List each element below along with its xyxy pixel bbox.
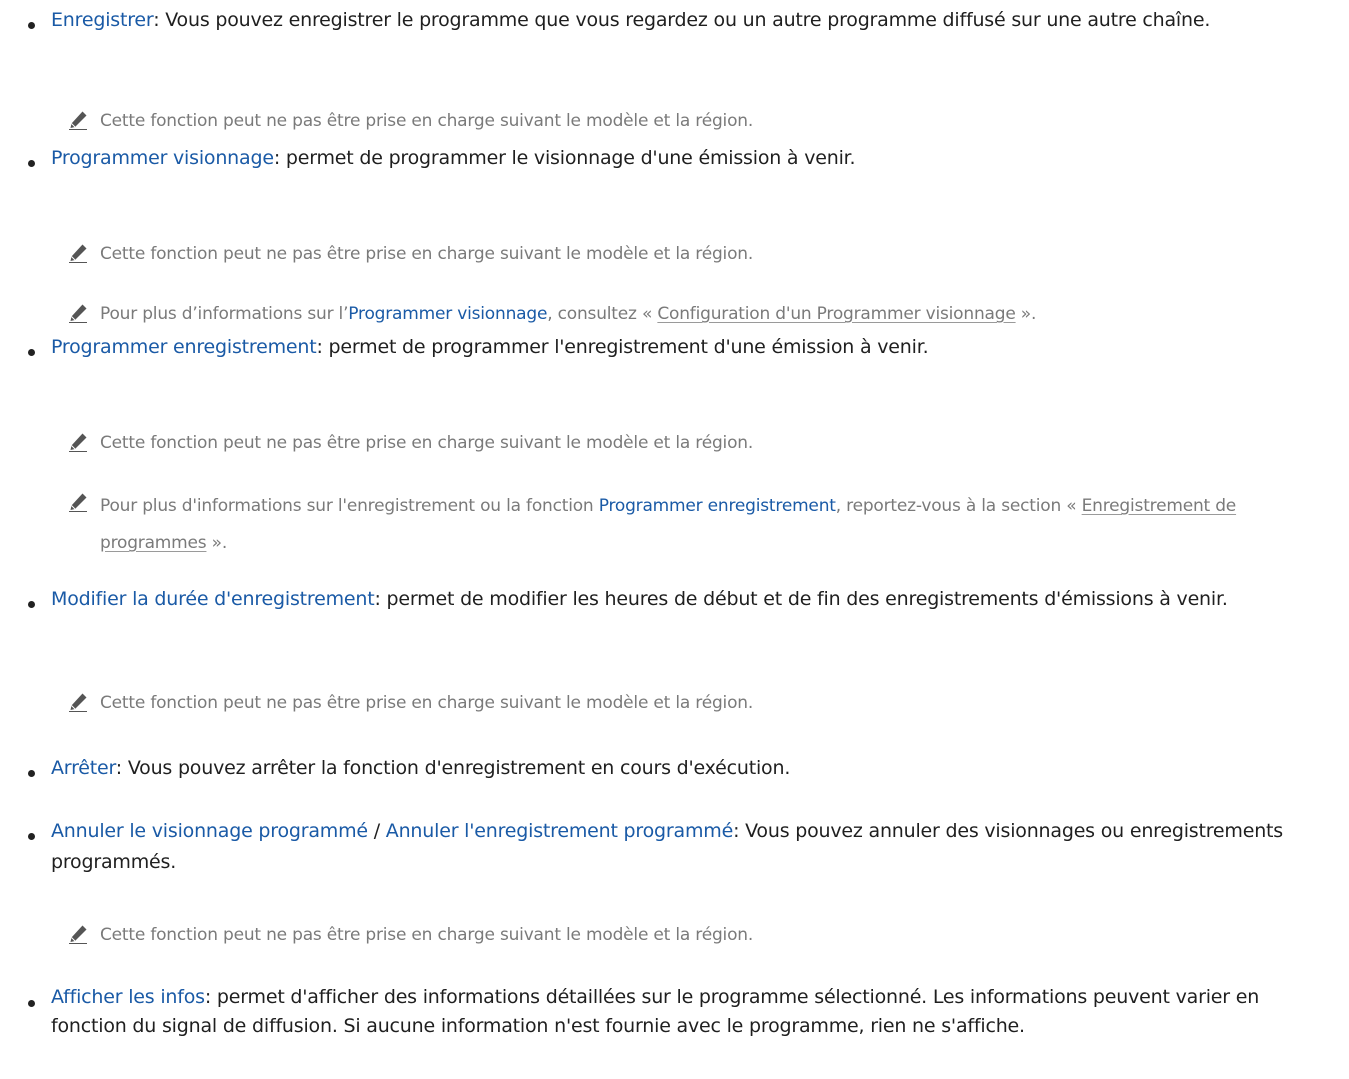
note-suffix: ». (206, 533, 228, 553)
bullet-text: Arrêter: Vous pouvez arrêter la fonction… (51, 753, 1331, 784)
bullet-icon (28, 349, 35, 356)
description: : permet de modifier les heures de début… (374, 588, 1228, 610)
description: : Vous pouvez enregistrer le programme q… (153, 9, 1211, 31)
keyword-programmer-enregistrement: Programmer enregistrement (51, 336, 317, 358)
pencil-icon (69, 433, 87, 452)
note-text: Pour plus d’informations sur l’Programme… (100, 299, 1330, 329)
pencil-icon (69, 244, 87, 263)
bullet-icon (28, 22, 35, 29)
description: : permet d'afficher des informations dét… (51, 986, 1260, 1037)
bullet-text: Afficher les infos: permet d'afficher de… (51, 983, 1331, 1041)
separator: / (367, 820, 386, 842)
note-text: Cette fonction peut ne pas être prise en… (100, 111, 754, 131)
keyword-programmer-visionnage: Programmer visionnage (51, 147, 274, 169)
bullet-icon (28, 833, 35, 840)
document-page: Enregistrer: Vous pouvez enregistrer le … (0, 0, 1349, 1079)
keyword-afficher-infos: Afficher les infos (51, 986, 205, 1008)
note-middle: , consultez « (547, 304, 658, 324)
note-suffix: ». (1015, 304, 1037, 324)
note-text: Cette fonction peut ne pas être prise en… (100, 693, 754, 713)
keyword-annuler-visionnage: Annuler le visionnage programmé (51, 820, 368, 842)
pencil-icon (69, 693, 87, 712)
note-keyword: Programmer visionnage (348, 304, 548, 324)
note-text: Pour plus d'informations sur l'enregistr… (100, 488, 1330, 562)
configuration-link[interactable]: Configuration d'un Programmer visionnage (657, 304, 1015, 324)
note-text: Cette fonction peut ne pas être prise en… (100, 433, 754, 453)
description: : Vous pouvez arrêter la fonction d'enre… (115, 757, 791, 779)
description: : permet de programmer le visionnage d'u… (273, 147, 856, 169)
description: : permet de programmer l'enregistrement … (316, 336, 929, 358)
note-text: Cette fonction peut ne pas être prise en… (100, 925, 754, 945)
keyword-enregistrer: Enregistrer (51, 9, 154, 31)
bullet-text: Programmer enregistrement: permet de pro… (51, 332, 1331, 363)
keyword-arreter: Arrêter (51, 757, 116, 779)
keyword-annuler-enregistrement: Annuler l'enregistrement programmé (385, 820, 734, 842)
bullet-icon (28, 160, 35, 167)
bullet-text: Annuler le visionnage programmé / Annule… (51, 816, 1331, 878)
pencil-icon (69, 111, 87, 130)
note-keyword: Programmer enregistrement (598, 496, 836, 516)
pencil-icon (69, 925, 87, 944)
bullet-icon (28, 601, 35, 608)
note-prefix: Pour plus d'informations sur l'enregistr… (100, 496, 599, 516)
note-prefix: Pour plus d’informations sur l’ (100, 304, 349, 324)
note-text: Cette fonction peut ne pas être prise en… (100, 244, 754, 264)
bullet-icon (28, 770, 35, 777)
bullet-text: Enregistrer: Vous pouvez enregistrer le … (51, 5, 1331, 36)
bullet-text: Programmer visionnage: permet de program… (51, 143, 1331, 174)
bullet-icon (28, 1000, 35, 1007)
pencil-icon (69, 304, 87, 323)
pencil-icon (69, 493, 87, 512)
note-middle: , reportez-vous à la section « (835, 496, 1082, 516)
keyword-modifier-duree: Modifier la durée d'enregistrement (51, 588, 375, 610)
bullet-text: Modifier la durée d'enregistrement: perm… (51, 584, 1331, 615)
